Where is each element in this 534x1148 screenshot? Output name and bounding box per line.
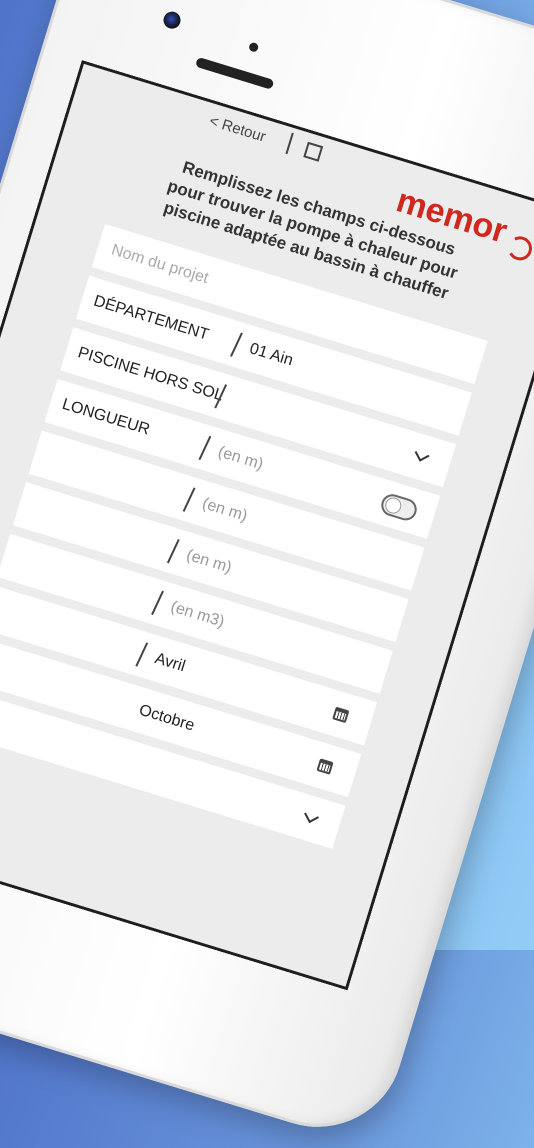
volume-input[interactable]: (en m3) bbox=[168, 598, 227, 631]
back-button[interactable]: < Retour bbox=[207, 112, 267, 145]
chevron-down-icon[interactable] bbox=[414, 446, 430, 462]
field-separator bbox=[135, 641, 149, 667]
pool-form: Nom du projet DÉPARTEMENT 01 Ain PISCINE… bbox=[0, 223, 488, 857]
project-name-input[interactable]: Nom du projet bbox=[109, 241, 210, 288]
field-separator bbox=[151, 590, 165, 615]
phone-mockup: < Retour memor Remplissez les champs ci-… bbox=[0, 0, 534, 1148]
divider bbox=[285, 132, 294, 155]
toggle-switch[interactable] bbox=[378, 491, 420, 523]
field-separator bbox=[182, 486, 196, 512]
brand-logo-icon bbox=[505, 233, 534, 264]
fin-value[interactable]: Octobre bbox=[137, 701, 196, 735]
longueur-input[interactable]: (en m) bbox=[216, 443, 265, 474]
grid-icon[interactable] bbox=[303, 141, 324, 162]
debut-value[interactable]: Avril bbox=[153, 650, 187, 676]
largeur-input[interactable]: (en m) bbox=[200, 495, 249, 526]
calendar-icon[interactable] bbox=[316, 758, 334, 775]
field-separator bbox=[167, 538, 180, 563]
calendar-icon[interactable] bbox=[332, 706, 350, 724]
profondeur-input[interactable]: (en m) bbox=[184, 546, 234, 577]
departement-value[interactable]: 01 Ain bbox=[247, 340, 296, 370]
chevron-down-icon[interactable] bbox=[304, 808, 319, 824]
